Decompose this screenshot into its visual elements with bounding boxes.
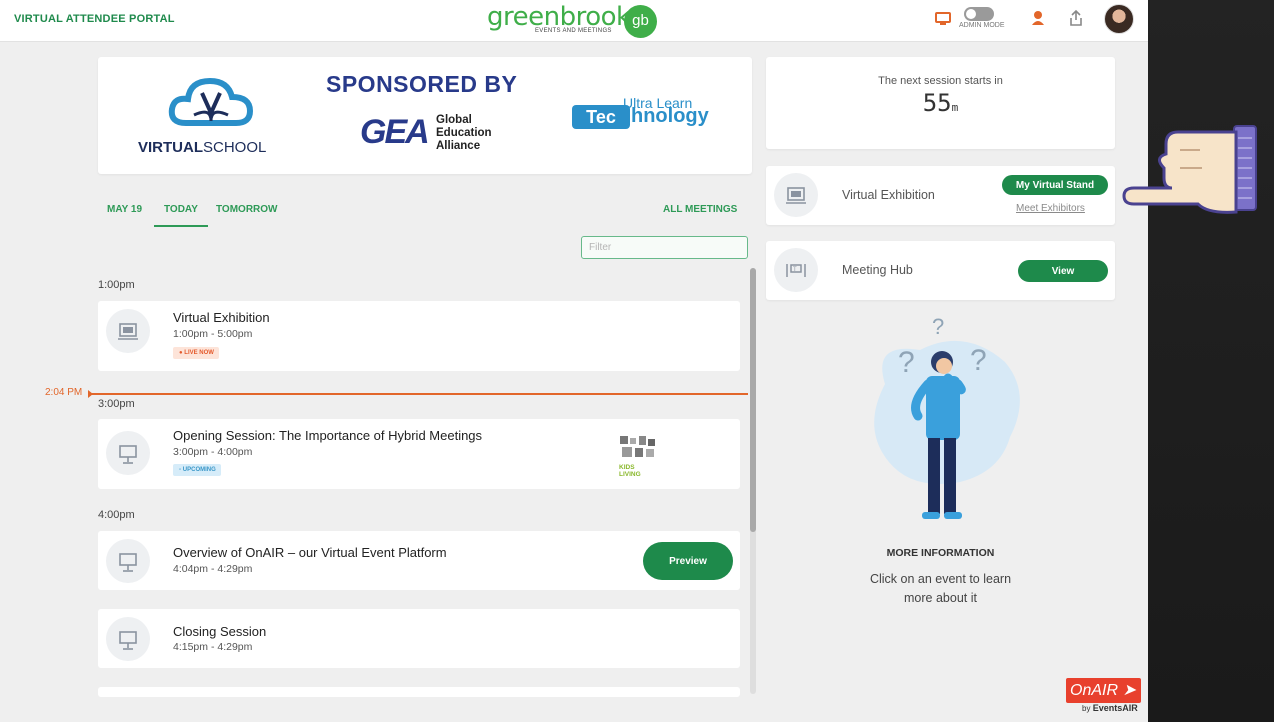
- view-button[interactable]: View: [1018, 260, 1108, 282]
- preview-button[interactable]: Preview: [643, 542, 733, 580]
- tab-tomorrow[interactable]: TOMORROW: [216, 204, 277, 215]
- presentation-icon: [106, 539, 150, 583]
- admin-mode-toggle[interactable]: [964, 7, 994, 21]
- exhibition-icon: [774, 173, 818, 217]
- virtual-exhibition-label: Virtual Exhibition: [842, 188, 935, 202]
- session-card[interactable]: Virtual Exhibition 1:00pm - 5:00pm ● LIV…: [98, 301, 740, 371]
- meeting-hub-icon: T: [774, 248, 818, 292]
- next-session-countdown: 55m: [922, 89, 959, 117]
- svg-text:?: ?: [932, 314, 944, 339]
- svg-text:?: ?: [970, 344, 987, 377]
- greenbrook-logo[interactable]: greenbrook EVENTS AND MEETINGS gb: [487, 2, 662, 40]
- time-group-label: 4:00pm: [98, 509, 135, 521]
- eventsair-credit: by EventsAIR: [1082, 703, 1138, 713]
- app-window: VIRTUAL ATTENDEE PORTAL greenbrook EVENT…: [0, 0, 1148, 722]
- tab-active-indicator: [154, 225, 208, 227]
- portal-title: VIRTUAL ATTENDEE PORTAL: [14, 13, 175, 25]
- session-time: 4:15pm - 4:29pm: [173, 641, 253, 653]
- ultra-tec-chip: Tec: [572, 105, 630, 129]
- svg-text:?: ?: [898, 346, 915, 379]
- virtual-exhibition-card: Virtual Exhibition My Virtual Stand Meet…: [766, 166, 1115, 225]
- meeting-hub-card: T Meeting Hub View: [766, 241, 1115, 300]
- meeting-hub-label: Meeting Hub: [842, 263, 913, 277]
- session-title: Virtual Exhibition: [173, 310, 270, 325]
- virtual-school-wordmark: VIRTUALSCHOOL: [138, 139, 267, 156]
- session-title: Overview of OnAIR – our Virtual Event Pl…: [173, 545, 447, 560]
- session-time: 4:04pm - 4:29pm: [173, 563, 253, 575]
- session-time: 3:00pm - 4:00pm: [173, 446, 253, 458]
- top-bar: VIRTUAL ATTENDEE PORTAL greenbrook EVENT…: [0, 0, 1148, 42]
- session-title: Opening Session: The Importance of Hybri…: [173, 428, 483, 443]
- gea-logo: GEA: [360, 113, 430, 151]
- session-time: 1:00pm - 5:00pm: [173, 328, 253, 340]
- session-card[interactable]: Closing Session 4:15pm - 4:29pm: [98, 609, 740, 668]
- sponsor-banner: VIRTUALSCHOOL SPONSORED BY GEA Global Ed…: [98, 57, 752, 174]
- all-meetings-link[interactable]: ALL MEETINGS: [663, 204, 737, 215]
- gea-name: Global Education Alliance: [436, 114, 492, 152]
- upcoming-badge: ▫ UPCOMING: [173, 464, 221, 476]
- session-card-partial[interactable]: [98, 687, 740, 697]
- session-card[interactable]: Opening Session: The Importance of Hybri…: [98, 419, 740, 489]
- my-virtual-stand-button[interactable]: My Virtual Stand: [1002, 175, 1108, 195]
- tab-may-19[interactable]: MAY 19: [107, 204, 142, 215]
- session-title: Closing Session: [173, 624, 267, 639]
- current-time-label: 2:04 PM: [45, 387, 83, 398]
- exhibition-icon: [106, 309, 150, 353]
- meet-exhibitors-link[interactable]: Meet Exhibitors: [1016, 203, 1085, 214]
- next-session-label: The next session starts in: [878, 75, 1003, 87]
- sponsored-by-heading: SPONSORED BY: [326, 71, 518, 97]
- monitor-icon[interactable]: [934, 11, 952, 32]
- user-badge-icon[interactable]: [1030, 9, 1046, 32]
- logo-subtitle: EVENTS AND MEETINGS: [535, 28, 612, 34]
- scrollbar-thumb[interactable]: [750, 268, 756, 532]
- presentation-icon: [106, 431, 150, 475]
- onair-logo: OnAIR ➤: [1066, 678, 1141, 703]
- kids-living-thumbnail: KIDS LIVING: [619, 435, 657, 478]
- schedule-scrollbar[interactable]: [750, 268, 756, 694]
- filter-input[interactable]: [581, 236, 748, 259]
- ultra-nology-label: hnology: [631, 105, 709, 127]
- logo-badge: gb: [624, 5, 657, 38]
- live-now-badge: ● LIVE NOW: [173, 347, 219, 359]
- cloud-book-icon: [168, 77, 254, 126]
- more-information-title: MORE INFORMATION: [886, 547, 995, 559]
- time-group-label: 3:00pm: [98, 398, 135, 410]
- share-icon[interactable]: [1068, 9, 1084, 32]
- avatar[interactable]: [1104, 4, 1134, 34]
- tab-today[interactable]: TODAY: [164, 204, 198, 215]
- hand-pointer-icon: [1122, 125, 1257, 214]
- paper-plane-icon: ➤: [1122, 682, 1136, 699]
- next-session-card: The next session starts in 55m: [766, 57, 1115, 149]
- more-information-text: Click on an event to learn more about it: [869, 572, 1012, 605]
- time-group-label: 1:00pm: [98, 279, 135, 291]
- current-time-line: [90, 393, 748, 395]
- dark-side-panel: [1148, 0, 1274, 722]
- kids-living-label: KIDS LIVING: [619, 464, 641, 478]
- confused-person-illustration: ? ? ?: [874, 314, 1020, 519]
- svg-text:T: T: [793, 267, 797, 273]
- admin-mode-label: ADMIN MODE: [959, 22, 1005, 29]
- session-card[interactable]: Overview of OnAIR – our Virtual Event Pl…: [98, 531, 740, 590]
- presentation-icon: [106, 617, 150, 661]
